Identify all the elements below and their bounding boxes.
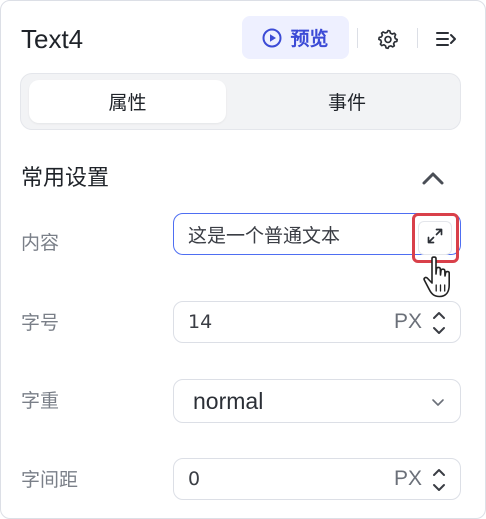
properties-panel: Text4 预览 属性 事件 常用设置 内容 这是一个普通文本 字号 14 PX… xyxy=(0,0,486,519)
tab-events[interactable]: 事件 xyxy=(249,80,445,123)
component-title: Text4 xyxy=(21,24,84,54)
letter-spacing-value: 0 xyxy=(188,468,201,490)
tab-properties[interactable]: 属性 xyxy=(29,80,226,123)
content-label: 内容 xyxy=(21,232,60,254)
settings-button[interactable] xyxy=(374,27,402,55)
content-value: 这是一个普通文本 xyxy=(188,224,341,247)
collapse-panel-icon xyxy=(435,29,459,53)
divider xyxy=(357,28,358,48)
preview-button[interactable]: 预览 xyxy=(242,16,349,59)
chevron-up-icon xyxy=(419,172,447,197)
font-weight-label: 字重 xyxy=(21,390,60,412)
font-size-input[interactable]: 14 PX xyxy=(173,301,461,343)
collapse-panel-button[interactable] xyxy=(432,27,462,55)
font-size-label: 字号 xyxy=(21,312,60,334)
letter-spacing-unit: PX xyxy=(393,467,422,490)
font-size-unit: PX xyxy=(393,310,422,333)
chevron-down-icon xyxy=(430,394,446,414)
section-title: 常用设置 xyxy=(21,166,110,191)
font-size-value: 14 xyxy=(188,311,213,333)
expand-icon xyxy=(426,227,444,249)
gear-icon xyxy=(377,28,399,54)
play-circle-icon xyxy=(262,28,282,48)
section-toggle-button[interactable] xyxy=(419,165,447,193)
divider xyxy=(417,28,418,48)
font-size-stepper[interactable] xyxy=(432,308,446,338)
expand-editor-button[interactable] xyxy=(418,221,452,255)
letter-spacing-label: 字间距 xyxy=(21,469,79,491)
preview-label: 预览 xyxy=(290,28,329,50)
letter-spacing-input[interactable]: 0 PX xyxy=(173,458,461,500)
font-weight-value: normal xyxy=(193,387,264,414)
font-weight-select[interactable]: normal xyxy=(173,379,461,423)
tab-bar: 属性 事件 xyxy=(20,73,461,130)
hand-cursor-icon xyxy=(419,254,459,304)
letter-spacing-stepper[interactable] xyxy=(432,465,446,495)
